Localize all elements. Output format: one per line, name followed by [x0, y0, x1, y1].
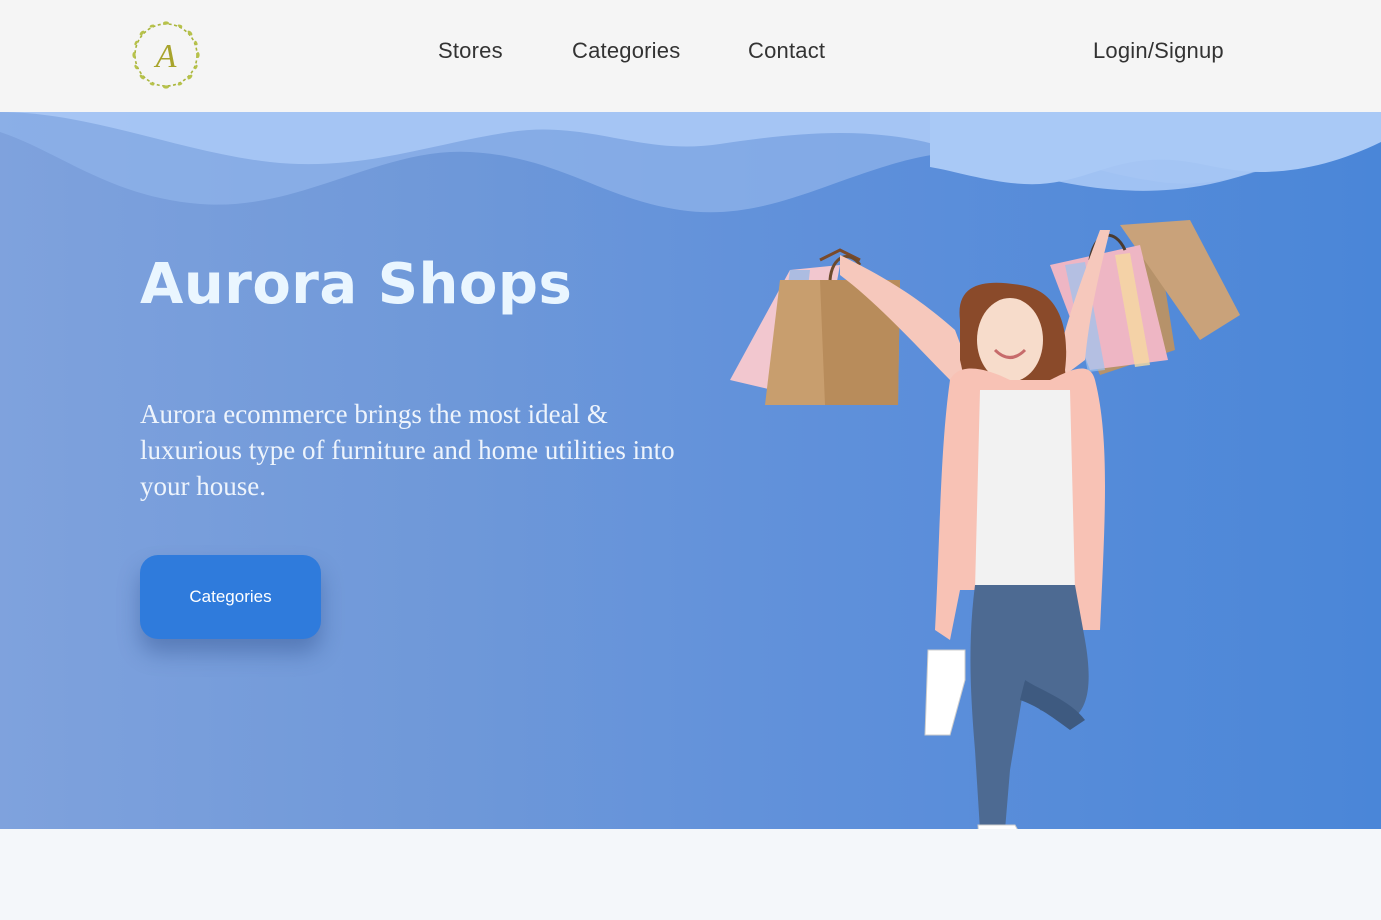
shopper-illustration: [730, 220, 1240, 889]
footer-strip: [0, 829, 1381, 920]
decorative-waves: [0, 112, 1381, 213]
nav-link-categories[interactable]: Categories: [572, 38, 680, 64]
hero-title: Aurora Shops: [140, 252, 573, 317]
nav-link-contact[interactable]: Contact: [748, 38, 825, 64]
nav-link-stores[interactable]: Stores: [438, 38, 503, 64]
brand-logo[interactable]: A: [130, 19, 202, 91]
logo-letter: A: [154, 38, 177, 75]
navbar: A Stores Categories Contact Login/Signup: [0, 0, 1381, 112]
laurel-wreath-icon: A: [132, 21, 200, 89]
hero-description: Aurora ecommerce brings the most ideal &…: [140, 399, 675, 501]
login-signup-link[interactable]: Login/Signup: [1093, 38, 1224, 64]
categories-button[interactable]: Categories: [140, 555, 321, 639]
